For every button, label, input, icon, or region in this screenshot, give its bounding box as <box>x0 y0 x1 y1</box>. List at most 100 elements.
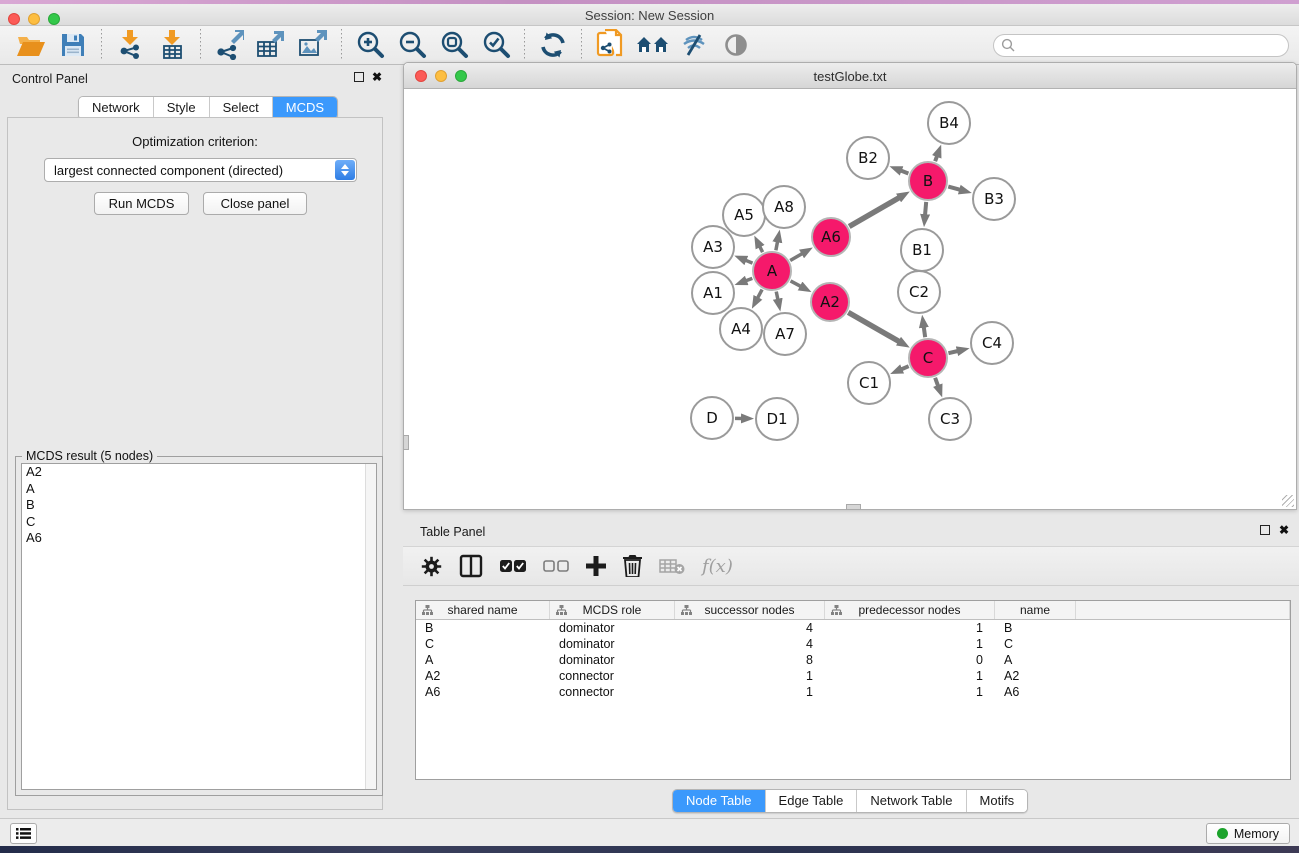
graph-edge-A-A3[interactable] <box>744 260 752 263</box>
graph-node-A[interactable]: A <box>753 252 791 290</box>
columns-icon[interactable] <box>459 554 483 578</box>
mcds-result-list[interactable]: A2ABCA6 <box>21 463 377 790</box>
graph-edge-B-B4[interactable] <box>935 155 937 161</box>
function-builder-icon[interactable]: f(x) <box>702 556 733 577</box>
graph-node-A6[interactable]: A6 <box>812 218 850 256</box>
graph-edge-A-A7[interactable] <box>776 292 778 301</box>
graph-edge-B-B3[interactable] <box>948 187 961 191</box>
gear-icon[interactable] <box>421 556 442 577</box>
column-header-name[interactable]: name <box>995 601 1076 619</box>
export-network-icon[interactable] <box>212 29 246 61</box>
result-item-a2[interactable]: A2 <box>22 464 376 481</box>
zoom-selected-icon[interactable] <box>479 29 513 61</box>
result-item-c[interactable]: C <box>22 514 376 531</box>
task-history-button[interactable] <box>10 823 37 844</box>
graph-node-A5[interactable]: A5 <box>723 194 765 236</box>
network-canvas[interactable]: B4 B2 B B3 A5A8A6 A3 B1 A A1 C2 A2 A4A7 C4 C C1 D D1 C3 <box>404 89 1296 509</box>
table-row[interactable]: A6connector11A6 <box>416 684 1290 700</box>
hide-selected-icon[interactable] <box>677 29 711 61</box>
tab-mcds[interactable]: MCDS <box>273 97 337 119</box>
close-panel-button[interactable]: Close panel <box>203 192 307 215</box>
network-window-titlebar[interactable]: testGlobe.txt <box>404 63 1296 89</box>
graph-edge-A-A4[interactable] <box>757 290 762 299</box>
result-item-a6[interactable]: A6 <box>22 530 376 547</box>
import-network-icon[interactable] <box>113 29 147 61</box>
table-row[interactable]: Adominator80A <box>416 652 1290 668</box>
graph-node-D1[interactable]: D1 <box>756 398 798 440</box>
resize-grip-icon[interactable] <box>1282 495 1294 507</box>
graph-edge-A-A2[interactable] <box>791 281 802 287</box>
graph-edge-A-A1[interactable] <box>745 278 752 281</box>
show-all-icon[interactable] <box>719 29 753 61</box>
graph-node-A3[interactable]: A3 <box>692 226 734 268</box>
graph-node-C1[interactable]: C1 <box>848 362 890 404</box>
graph-edge-A-A8[interactable] <box>776 240 778 250</box>
column-header-shared-name[interactable]: shared name <box>416 601 550 619</box>
graph-edge-A-A5[interactable] <box>759 245 762 252</box>
refresh-layout-icon[interactable] <box>536 29 570 61</box>
graph-node-B[interactable]: B <box>909 162 947 200</box>
graph-node-B4[interactable]: B4 <box>928 102 970 144</box>
import-table-icon[interactable] <box>155 29 189 61</box>
table-row[interactable]: Cdominator41C <box>416 636 1290 652</box>
graph-node-B2[interactable]: B2 <box>847 137 889 179</box>
close-table-panel-icon[interactable]: ✖ <box>1279 525 1289 535</box>
tab-style[interactable]: Style <box>154 97 210 119</box>
close-panel-icon[interactable]: ✖ <box>372 72 382 82</box>
canvas-bottom-handle[interactable] <box>846 504 861 510</box>
delete-row-icon[interactable] <box>623 555 642 577</box>
graph-node-C2[interactable]: C2 <box>898 271 940 313</box>
optimization-criterion-select[interactable]: largest connected component (directed) <box>44 158 357 182</box>
graph-edge-A2-C[interactable] <box>848 312 900 342</box>
result-list-scrollbar[interactable] <box>365 464 376 789</box>
table-row[interactable]: A2connector11A2 <box>416 668 1290 684</box>
graph-node-A7[interactable]: A7 <box>764 313 806 355</box>
graph-node-B1[interactable]: B1 <box>901 229 943 271</box>
tab-node-table[interactable]: Node Table <box>673 790 766 812</box>
graph-node-A2[interactable]: A2 <box>811 283 849 321</box>
float-panel-icon[interactable] <box>354 72 364 82</box>
graph-node-A1[interactable]: A1 <box>692 272 734 314</box>
graph-node-A4[interactable]: A4 <box>720 308 762 350</box>
search-input[interactable] <box>993 34 1289 57</box>
graph-node-C[interactable]: C <box>909 339 947 377</box>
zoom-fit-icon[interactable] <box>437 29 471 61</box>
float-table-panel-icon[interactable] <box>1260 525 1270 535</box>
new-network-from-selection-icon[interactable] <box>593 29 627 61</box>
graph-edge-C-C4[interactable] <box>948 351 958 353</box>
export-table-icon[interactable] <box>254 29 288 61</box>
graph-node-A8[interactable]: A8 <box>763 186 805 228</box>
zoom-in-icon[interactable] <box>353 29 387 61</box>
result-item-b[interactable]: B <box>22 497 376 514</box>
export-image-icon[interactable] <box>296 29 330 61</box>
graph-edge-C-C1[interactable] <box>900 366 908 370</box>
save-session-icon[interactable] <box>56 29 90 61</box>
column-header-successor-nodes[interactable]: successor nodes <box>675 601 825 619</box>
graph-edge-A-A6[interactable] <box>790 253 803 261</box>
graph-node-B3[interactable]: B3 <box>973 178 1015 220</box>
graph-node-C4[interactable]: C4 <box>971 322 1013 364</box>
graph-edge-C-C2[interactable] <box>924 326 926 338</box>
graph-edge-B-B1[interactable] <box>925 202 926 216</box>
result-item-a[interactable]: A <box>22 481 376 498</box>
column-header-MCDS-role[interactable]: MCDS role <box>550 601 675 619</box>
tab-network[interactable]: Network <box>79 97 154 119</box>
open-file-icon[interactable] <box>14 29 48 61</box>
tab-motifs[interactable]: Motifs <box>967 790 1028 812</box>
table-row[interactable]: Bdominator41B <box>416 620 1290 636</box>
zoom-out-icon[interactable] <box>395 29 429 61</box>
node-table[interactable]: shared nameMCDS rolesuccessor nodesprede… <box>415 600 1291 780</box>
graph-edge-C-C3[interactable] <box>935 378 938 387</box>
graph-node-D[interactable]: D <box>691 397 733 439</box>
deselect-all-icon[interactable] <box>543 559 569 573</box>
canvas-side-handle[interactable] <box>403 435 409 450</box>
memory-button[interactable]: Memory <box>1206 823 1290 844</box>
first-neighbors-icon[interactable] <box>635 29 669 61</box>
add-row-icon[interactable] <box>586 556 606 576</box>
tab-network-table[interactable]: Network Table <box>857 790 966 812</box>
graph-edge-B-B2[interactable] <box>900 170 909 173</box>
column-header-predecessor-nodes[interactable]: predecessor nodes <box>825 601 995 619</box>
select-all-icon[interactable] <box>500 559 526 573</box>
graph-node-C3[interactable]: C3 <box>929 398 971 440</box>
tab-edge-table[interactable]: Edge Table <box>766 790 858 812</box>
